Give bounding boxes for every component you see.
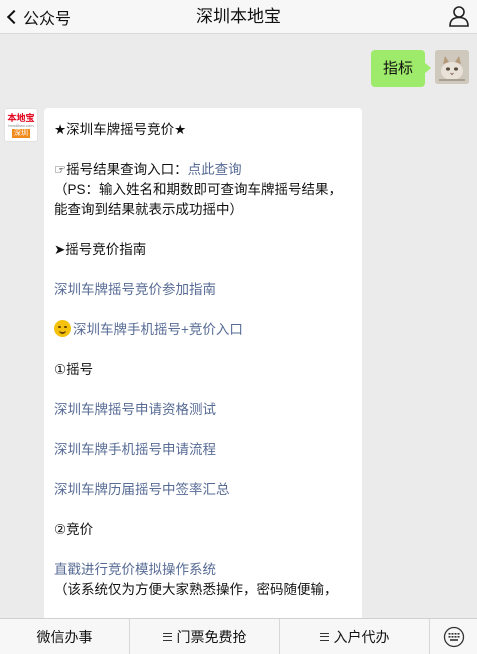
person-icon: [449, 6, 469, 27]
bottom-menu-bar: 微信办事 门票免费抢 入户代办: [0, 618, 477, 654]
query-link[interactable]: 点此查询: [188, 162, 242, 177]
menu-list-icon: [319, 632, 329, 641]
menu-hukou-agency[interactable]: 入户代办: [280, 619, 430, 654]
profile-button[interactable]: [447, 4, 471, 28]
ps-line-1: （PS：输入姓名和期数即可查询车牌摇号结果，: [54, 182, 343, 197]
outgoing-bubble[interactable]: 指标: [370, 50, 432, 87]
guide-link[interactable]: 深圳车牌摇号竞价参加指南: [54, 280, 352, 300]
application-process-link[interactable]: 深圳车牌手机摇号申请流程: [54, 440, 352, 460]
page-title: 深圳本地宝: [196, 7, 281, 26]
bidding-simulation-link[interactable]: 直戳进行竞价模拟操作系统: [54, 560, 352, 580]
account-avatar[interactable]: 本地宝 bendibao.com 深圳: [4, 108, 38, 142]
section-bidding-heading: ②竞价: [54, 522, 94, 537]
menu-free-tickets[interactable]: 门票免费抢: [130, 619, 280, 654]
qualification-test-link[interactable]: 深圳车牌摇号申请资格测试: [54, 400, 352, 420]
cat-photo-icon: [435, 50, 469, 84]
menu-list-icon: [162, 632, 172, 641]
mobile-entry-link[interactable]: 深圳车牌手机摇号+竞价入口: [73, 322, 243, 337]
avatar-logo-city: 深圳: [12, 128, 30, 138]
keyboard-icon: [443, 626, 464, 647]
top-navigation-bar: 公众号 深圳本地宝: [0, 0, 477, 34]
guide-heading: ➤摇号竞价指南: [54, 242, 147, 257]
outgoing-message: 指标: [370, 50, 469, 87]
section-lottery-heading: ①摇号: [54, 362, 94, 377]
thinking-face-icon: [54, 320, 71, 337]
query-prefix: ☞摇号结果查询入口：: [54, 162, 188, 177]
menu-label: 微信办事: [36, 628, 93, 645]
ps-line-2: 能查询到结果就表示成功摇中）: [54, 202, 243, 217]
simulation-note: （该系统仅为方便大家熟悉操作，密码随便输，: [54, 582, 338, 597]
menu-wechat-services[interactable]: 微信办事: [0, 619, 130, 654]
incoming-bubble: ★深圳车牌摇号竞价★ ☞摇号结果查询入口：点此查询 （PS：输入姓名和期数即可查…: [44, 108, 362, 638]
avatar-logo-text: 本地宝: [7, 112, 35, 123]
incoming-message: 本地宝 bendibao.com 深圳 ★深圳车牌摇号竞价★ ☞摇号结果查询入口…: [0, 108, 362, 638]
user-avatar[interactable]: [435, 50, 469, 84]
mobile-line: 深圳车牌手机摇号+竞价入口: [54, 320, 352, 340]
winning-rate-link[interactable]: 深圳车牌历届摇号中签率汇总: [54, 480, 352, 500]
keyboard-toggle-button[interactable]: [430, 619, 477, 654]
menu-label: 入户代办: [333, 628, 390, 645]
menu-label: 门票免费抢: [176, 628, 247, 645]
message-heading: ★深圳车牌摇号竞价★: [54, 122, 187, 137]
query-line: ☞摇号结果查询入口：点此查询: [54, 160, 352, 180]
